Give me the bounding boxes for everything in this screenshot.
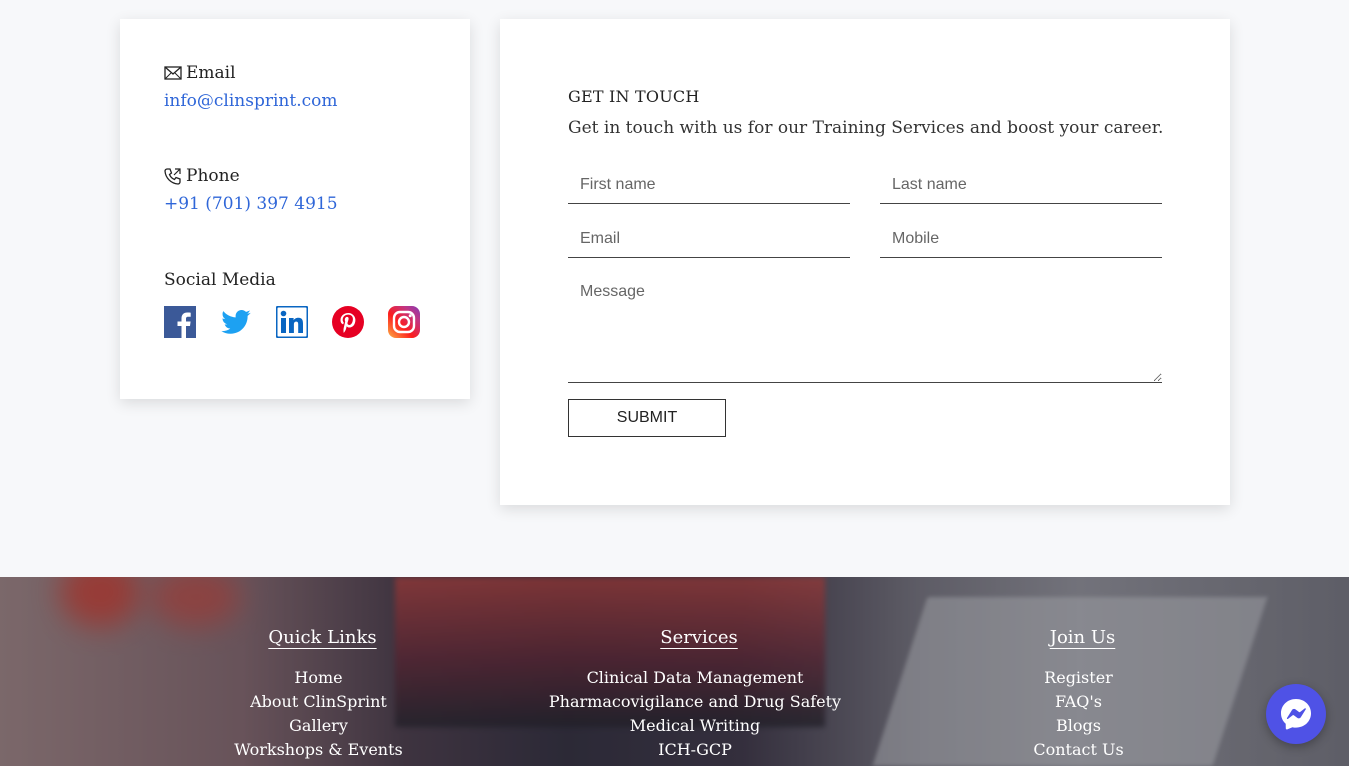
email-heading-row: Email	[164, 63, 338, 83]
phone-icon	[164, 168, 181, 185]
join-us-heading: Join Us	[1049, 627, 1116, 648]
last-name-input[interactable]	[880, 166, 1162, 204]
footer: Quick Links Home About ClinSprint Galler…	[0, 577, 1349, 766]
messenger-chat-button[interactable]	[1266, 684, 1326, 744]
phone-block: Phone +91 (701) 397 4915	[164, 166, 338, 214]
footer-link-ich-gcp[interactable]: ICH-GCP	[535, 738, 855, 762]
first-name-input[interactable]	[568, 166, 850, 204]
messenger-icon	[1281, 699, 1311, 730]
footer-link-medical-writing[interactable]: Medical Writing	[535, 714, 855, 738]
quick-links-heading: Quick Links	[268, 627, 377, 648]
email-block: Email info@clinsprint.com	[164, 63, 338, 111]
mobile-input[interactable]	[880, 220, 1162, 258]
footer-link-blogs[interactable]: Blogs	[960, 714, 1197, 738]
instagram-icon[interactable]	[388, 306, 420, 338]
twitter-icon[interactable]	[220, 306, 252, 338]
join-us-column: Join Us Register FAQ's Blogs Contact Us	[960, 627, 1197, 762]
form-title: GET IN TOUCH	[568, 87, 700, 106]
form-subtitle: Get in touch with us for our Training Se…	[568, 118, 1164, 138]
footer-link-pharmacovigilance[interactable]: Pharmacovigilance and Drug Safety	[535, 690, 855, 714]
email-input[interactable]	[568, 220, 850, 258]
footer-link-about[interactable]: About ClinSprint	[200, 690, 437, 714]
phone-link[interactable]: +91 (701) 397 4915	[164, 194, 338, 214]
envelope-icon	[164, 66, 182, 80]
footer-link-gallery[interactable]: Gallery	[200, 714, 437, 738]
phone-heading-row: Phone	[164, 166, 338, 186]
submit-button[interactable]: SUBMIT	[568, 399, 726, 437]
services-heading: Services	[660, 627, 738, 648]
services-column: Services Clinical Data Management Pharma…	[535, 627, 855, 762]
email-link[interactable]: info@clinsprint.com	[164, 91, 338, 111]
footer-link-register[interactable]: Register	[960, 666, 1197, 690]
message-textarea[interactable]	[568, 275, 1162, 383]
pinterest-icon[interactable]	[332, 306, 364, 338]
footer-link-cdm[interactable]: Clinical Data Management	[535, 666, 855, 690]
contact-form-card: GET IN TOUCH Get in touch with us for ou…	[500, 19, 1230, 505]
footer-link-contact[interactable]: Contact Us	[960, 738, 1197, 762]
footer-link-faqs[interactable]: FAQ's	[960, 690, 1197, 714]
footer-link-workshops[interactable]: Workshops & Events	[200, 738, 437, 762]
facebook-icon[interactable]	[164, 306, 196, 338]
footer-link-home[interactable]: Home	[200, 666, 437, 690]
email-heading: Email	[186, 63, 236, 83]
phone-heading: Phone	[186, 166, 240, 186]
social-block: Social Media	[164, 270, 420, 339]
linkedin-icon[interactable]	[275, 305, 309, 339]
social-heading: Social Media	[164, 270, 276, 290]
social-icons-row	[164, 305, 420, 339]
quick-links-column: Quick Links Home About ClinSprint Galler…	[200, 627, 437, 762]
contact-info-card: Email info@clinsprint.com Phone +91 (701…	[120, 19, 470, 399]
